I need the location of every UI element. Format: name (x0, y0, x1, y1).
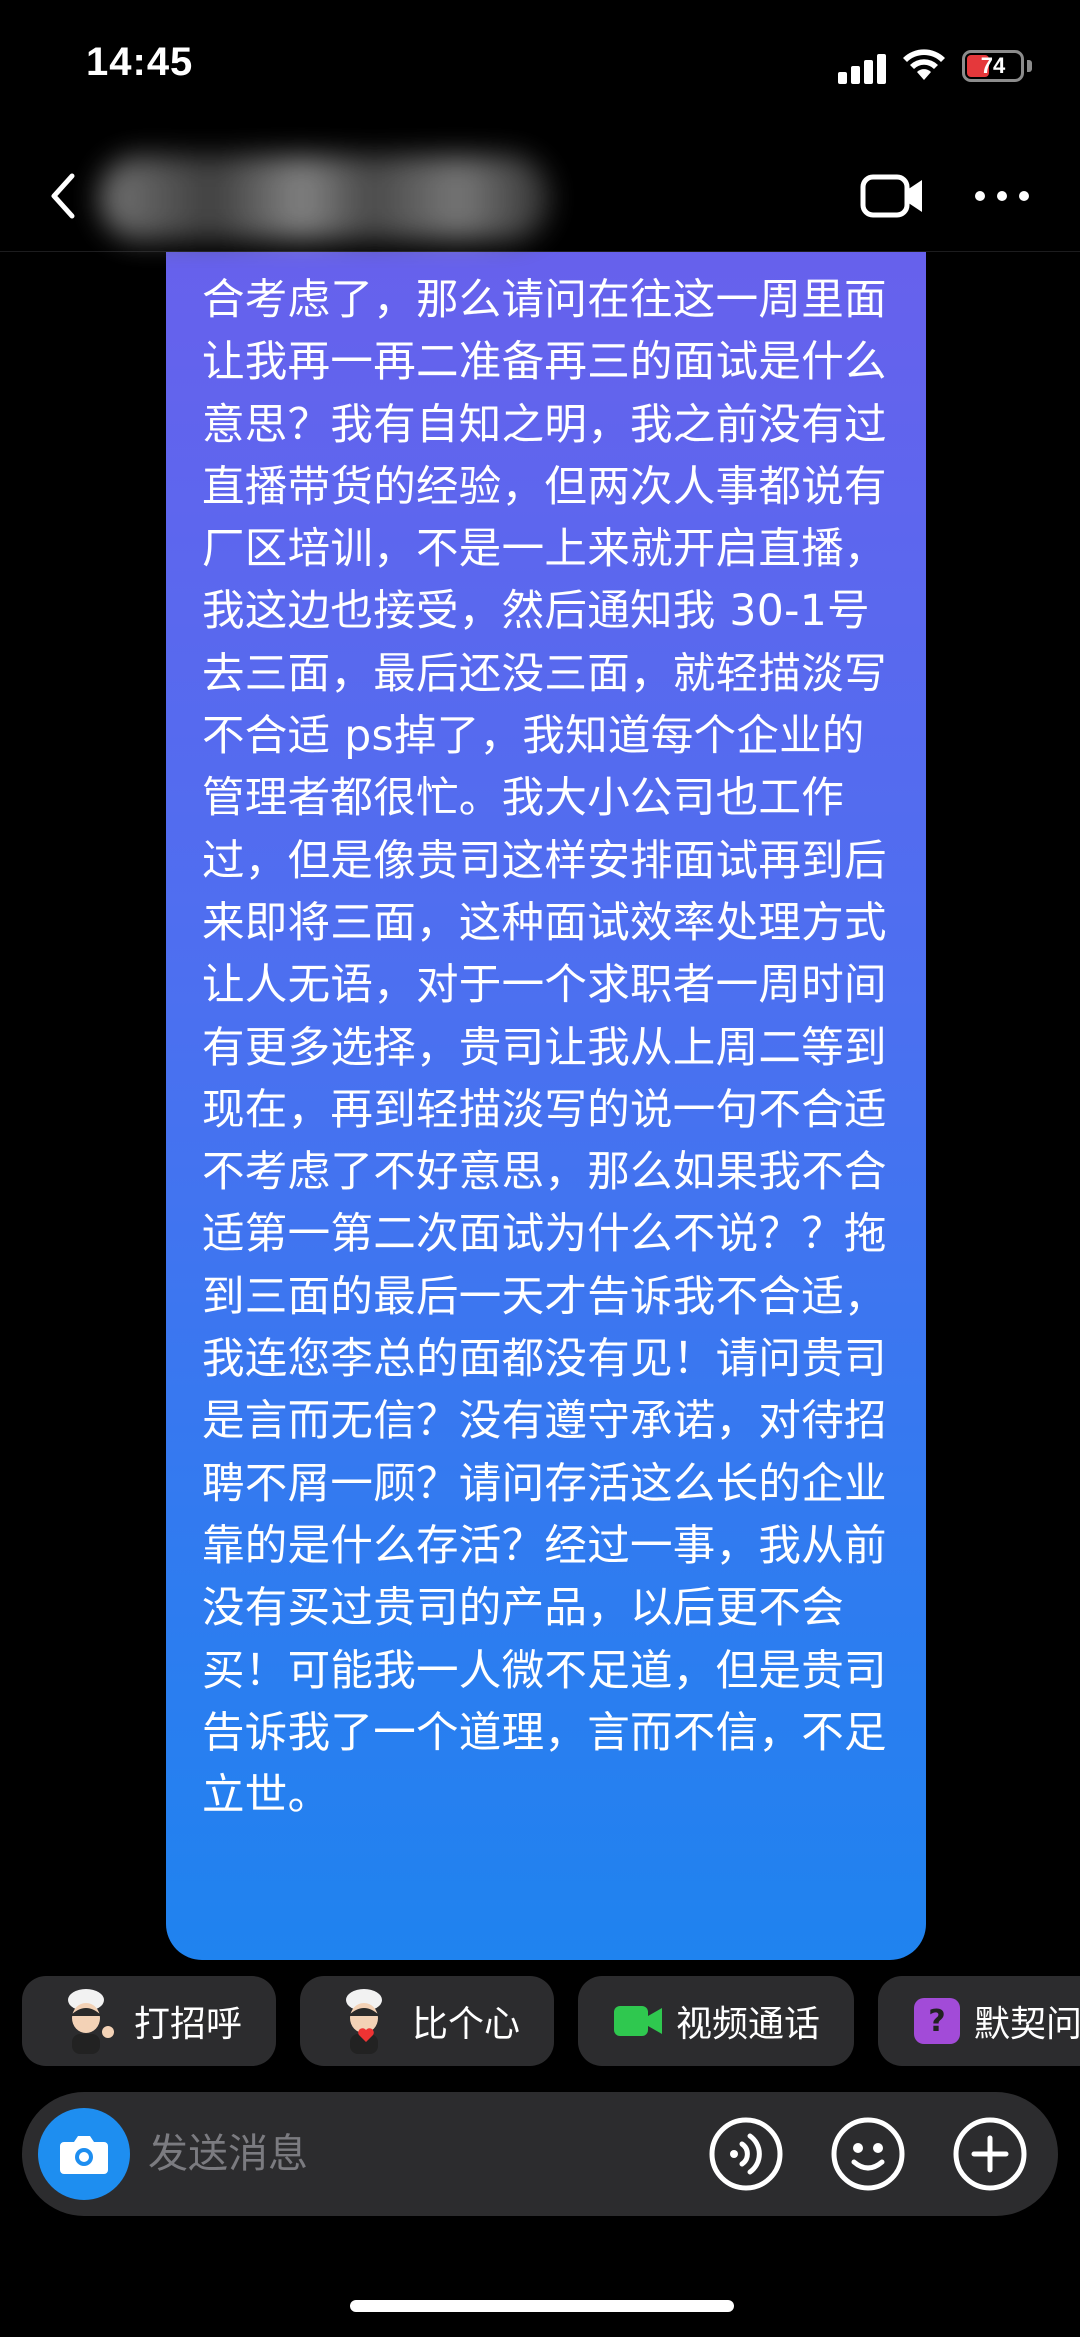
quick-action-bar: 打招呼 比个心 视频通话 ? 默契问 (22, 1976, 1080, 2066)
camera-button[interactable] (38, 2108, 130, 2200)
battery-tip (1027, 60, 1032, 72)
chat-screen: 14:45 74 合考虑了，那么请问在往这一周里面让我再一再二准备再三的面试是什… (0, 0, 1080, 2337)
quick-action-say-hi[interactable]: 打招呼 (22, 1976, 276, 2066)
quick-action-tacit-question[interactable]: ? 默契问 (878, 1976, 1080, 2066)
battery-indicator: 74 (962, 50, 1024, 82)
chat-header (0, 140, 1080, 252)
status-time: 14:45 (86, 40, 194, 84)
message-list[interactable]: 合考虑了，那么请问在往这一周里面让我再一再二准备再三的面试是什么意思？我有自知之… (0, 252, 1080, 1972)
status-bar: 14:45 74 (0, 0, 1080, 140)
contact-name-blurred[interactable] (100, 156, 550, 240)
wifi-icon (903, 49, 945, 80)
more-icon[interactable] (974, 184, 1030, 208)
voice-message-icon[interactable] (708, 2116, 784, 2192)
message-text: 合考虑了，那么请问在往这一周里面让我再一再二准备再三的面试是什么意思？我有自知之… (202, 276, 887, 1821)
emoji-icon[interactable] (830, 2116, 906, 2192)
back-icon[interactable] (40, 166, 90, 226)
avatar-wave-icon (68, 1989, 114, 2054)
quick-action-label: 打招呼 (134, 2004, 243, 2045)
question-box-icon: ? (914, 1998, 960, 2044)
quick-action-label: 比个心 (412, 2004, 521, 2045)
camera-icon (60, 2136, 108, 2174)
message-input[interactable] (148, 2118, 548, 2190)
message-bubble[interactable]: 合考虑了，那么请问在往这一周里面让我再一再二准备再三的面试是什么意思？我有自知之… (166, 252, 926, 1960)
quick-action-heart[interactable]: 比个心 (300, 1976, 554, 2066)
message-composer (22, 2092, 1058, 2216)
video-camera-icon (614, 2006, 662, 2036)
quick-action-video-call[interactable]: 视频通话 (578, 1976, 854, 2066)
battery-percent: 74 (980, 53, 1006, 78)
video-call-icon[interactable] (860, 170, 926, 222)
avatar-heart-icon (346, 1989, 382, 2054)
cellular-signal-icon (838, 52, 888, 84)
quick-action-label: 视频通话 (676, 2004, 821, 2045)
plus-icon[interactable] (952, 2116, 1028, 2192)
quick-action-label: 默契问 (974, 2004, 1080, 2045)
home-indicator[interactable] (350, 2300, 734, 2312)
